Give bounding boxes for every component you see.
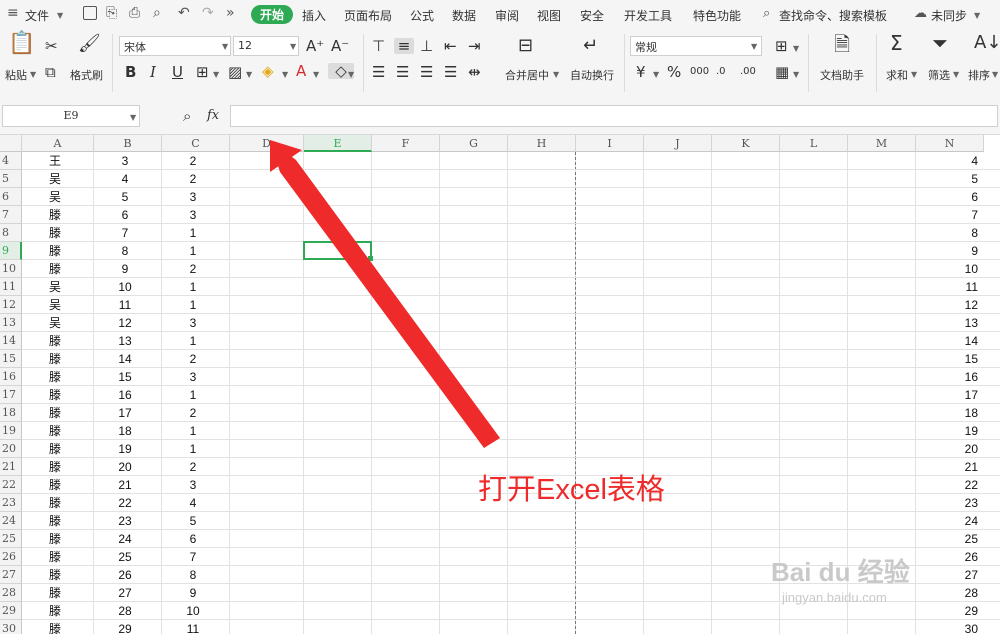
watermark-brand: Bai du 经验	[771, 557, 910, 587]
annotation-text: 打开Excel表格	[478, 474, 665, 506]
arrow-shape	[270, 140, 500, 448]
annotation-arrow	[270, 140, 500, 448]
watermark-url: jingyan.baidu.com	[782, 590, 887, 605]
